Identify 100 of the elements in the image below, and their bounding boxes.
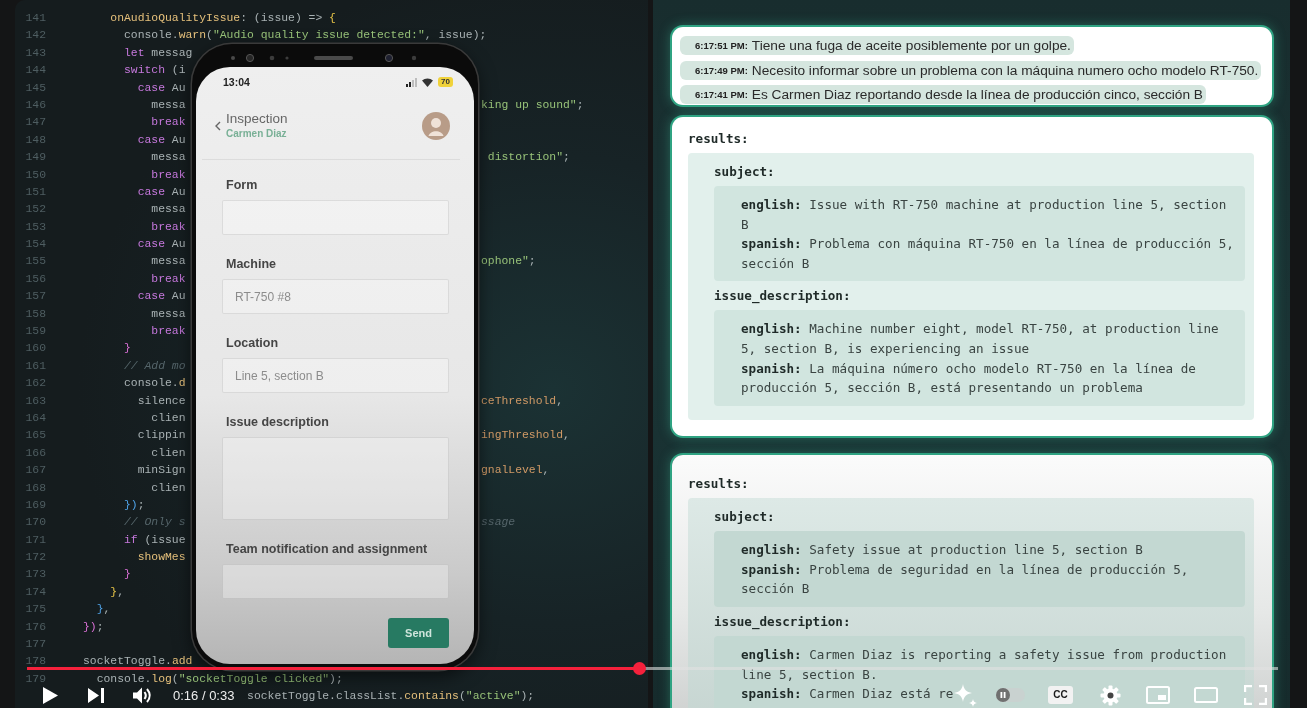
code-line: case Au (137, 80, 186, 95)
wifi-icon (422, 77, 433, 87)
code-line: showMes (137, 550, 186, 565)
volume-button[interactable] (133, 686, 154, 704)
section-heading: subject: (714, 163, 775, 181)
code-line: clien (151, 480, 186, 495)
line-number: 163 (25, 393, 46, 408)
results-heading: results: (688, 475, 749, 494)
code-line: break (151, 324, 186, 338)
code-line: case Au (137, 132, 186, 147)
translation-line: spanish: Problema con máquina RT-750 en la línea de producción 5, sección B (741, 235, 1235, 273)
line-number: 159 (25, 324, 46, 338)
section-heading: issue_description: (714, 613, 851, 632)
line-number: 175 (25, 602, 46, 617)
line-number: 164 (25, 410, 46, 425)
code-line: socketToggle.classList.contains("active"); (247, 689, 535, 704)
line-number: 141 (25, 11, 46, 25)
code-line: clien (151, 445, 186, 460)
section-heading: issue_description: (714, 287, 851, 306)
code-line: case Au (137, 237, 186, 252)
pause-icon (996, 688, 1010, 702)
transcript-time: 6:17:41 PM: (695, 89, 748, 100)
line-number: 168 (25, 480, 46, 495)
line-number: 170 (25, 515, 46, 530)
autoplay-toggle[interactable] (996, 688, 1025, 702)
line-number: 156 (25, 271, 46, 286)
line-number: 179 (25, 671, 46, 686)
code-line: }); (124, 497, 145, 512)
code-fragment: king up sound"; (481, 97, 584, 112)
line-number: 145 (25, 80, 46, 95)
code-line: clien (151, 410, 186, 425)
inspector-name: Carmen Diaz (226, 127, 287, 142)
translation-line: english: Carmen Diaz is reporting a safety issue from production line 5, section B. (741, 646, 1228, 684)
code-line: }); (83, 619, 104, 634)
code-line: silence (137, 393, 186, 408)
next-button[interactable] (88, 687, 104, 703)
field-label: Issue description (226, 414, 329, 432)
play-icon (43, 686, 58, 704)
translation-line: spanish: Carmen Diaz está re (741, 685, 954, 704)
code-line: break (151, 271, 186, 286)
code-line: console.d (124, 376, 186, 391)
code-line: messa (151, 306, 186, 321)
settings-icon (1100, 684, 1121, 706)
code-fragment: ceThreshold, (481, 393, 564, 408)
line-number: 169 (25, 497, 46, 512)
captions-button[interactable]: CC (1048, 686, 1073, 704)
line-number: 143 (25, 45, 46, 60)
line-number: 149 (25, 150, 46, 165)
back-button[interactable] (215, 121, 221, 132)
avatar-icon (422, 112, 450, 141)
line-number: 173 (25, 567, 46, 582)
field-label: Location (226, 335, 279, 353)
code-line: minSign (137, 463, 186, 478)
translation-line: english: Safety issue at production line 5, section B (741, 541, 1143, 560)
line-number: 162 (25, 376, 46, 391)
line-number: 155 (25, 254, 46, 269)
send-button[interactable]: Send (388, 618, 449, 649)
skip-next-icon (88, 687, 104, 703)
screen-title: Inspection (226, 111, 288, 128)
miniplayer-icon (1146, 686, 1170, 704)
transcript-text: Tiene una fuga de aceite posiblemente por un golpe. (751, 38, 1071, 53)
line-number: 153 (25, 219, 46, 234)
field-label: Team notification and assignment (226, 541, 428, 559)
code-line: break (151, 167, 186, 182)
line-number: 177 (25, 637, 46, 652)
line-number: 171 (25, 532, 46, 547)
transcript-time: 6:17:51 PM: (695, 40, 748, 51)
status-time: 13:04 (223, 76, 250, 89)
code-line: messa (151, 202, 186, 217)
line-number: 148 (25, 132, 46, 147)
line-number: 176 (25, 619, 46, 634)
settings-button[interactable] (1100, 684, 1121, 706)
battery-level: 70 (438, 77, 453, 88)
results-heading: results: (688, 130, 749, 148)
section-heading: subject: (714, 508, 775, 527)
line-number: 178 (25, 654, 46, 669)
line-number: 144 (25, 63, 46, 78)
code-line: console.log("socketToggle clicked"); (96, 671, 343, 686)
translation-line: spanish: La máquina número ocho modelo RT-750 en la línea de producción 5, sección B, está presentando un problema (741, 359, 1197, 398)
code-line: }, (110, 584, 124, 599)
line-number: 146 (25, 97, 46, 112)
time-display: 0:16 / 0:33 (173, 687, 235, 703)
code-line: if (issue (124, 532, 186, 547)
line-number: 172 (25, 550, 46, 565)
code-fragment: ophone"; (481, 254, 536, 269)
code-line: // Add mo (124, 358, 186, 373)
code-line: messa (151, 97, 186, 112)
volume-icon (133, 686, 154, 704)
transcript-text: Necesito informar sobre un problema con la máquina numero ocho modelo RT-750. (751, 62, 1259, 78)
play-button[interactable] (43, 686, 58, 704)
code-line: messa (151, 150, 186, 165)
transcript-time: 6:17:49 PM: (695, 64, 748, 76)
translation-line: english: Issue with RT-750 machine at production line 5, section B (741, 196, 1228, 234)
code-line: switch (i (124, 63, 186, 78)
line-number: 167 (25, 463, 46, 478)
line-number: 157 (25, 289, 46, 304)
line-number: 151 (25, 184, 46, 199)
line-number: 160 (25, 341, 46, 356)
code-fragment: gnalLevel, (481, 463, 550, 478)
signal-icon (406, 77, 418, 87)
